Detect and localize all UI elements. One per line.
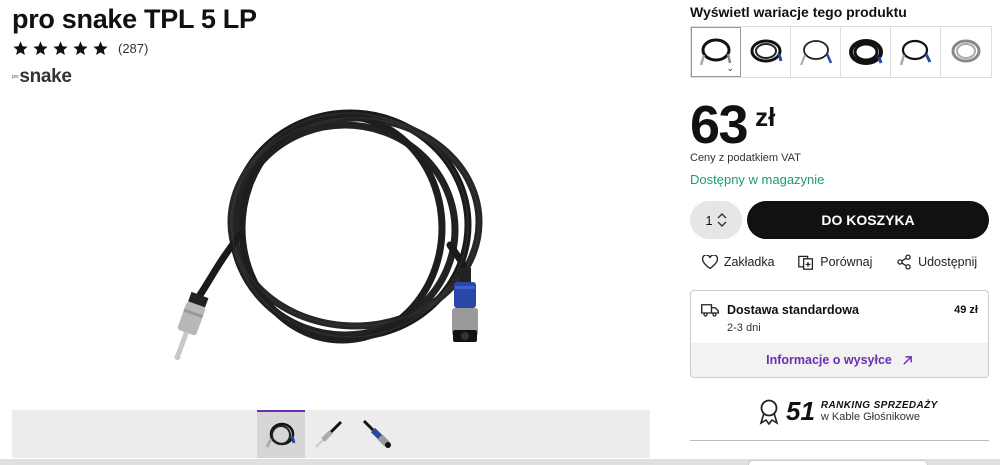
- vat-note: Ceny z podatkiem VAT: [690, 152, 801, 164]
- shipping-price: 49 zł: [954, 304, 978, 316]
- star-icon: [33, 41, 48, 56]
- variants-title: Wyświetl wariacje tego produktu: [690, 4, 907, 20]
- product-title: pro snake TPL 5 LP: [12, 4, 257, 34]
- thumbnail-2[interactable]: [305, 410, 353, 458]
- star-icon: [93, 41, 108, 56]
- compare-label: Porównaj: [820, 255, 873, 269]
- heart-icon: [701, 254, 718, 269]
- compare-icon: [798, 255, 814, 270]
- variant-4[interactable]: [841, 27, 891, 77]
- product-image[interactable]: [160, 100, 520, 375]
- divider: [690, 440, 989, 441]
- add-to-cart-button[interactable]: DO KOSZYKA: [747, 201, 989, 239]
- bookmark-button[interactable]: Zakładka: [701, 254, 775, 270]
- compare-button[interactable]: Porównaj: [798, 254, 872, 270]
- star-icon: [53, 41, 68, 56]
- rating-count[interactable]: (287): [118, 41, 148, 56]
- bottom-pill: [748, 460, 928, 465]
- shipping-box: Dostawa standardowa 49 zł 2-3 dni Inform…: [690, 290, 989, 378]
- stock-status: Dostępny w magazynie: [690, 172, 825, 187]
- ranking-label: RANKING SPRZEDAŻY: [820, 400, 938, 411]
- external-arrow-icon: [903, 355, 912, 365]
- price: 63 zł: [690, 98, 775, 152]
- chevron-updown-icon: [717, 213, 727, 227]
- truck-icon: [701, 304, 719, 317]
- sales-ranking[interactable]: 51 RANKING SPRZEDAŻY w Kable Głośnikowe: [758, 396, 938, 427]
- shipping-title: Dostawa standardowa: [727, 303, 859, 317]
- variant-3[interactable]: [791, 27, 841, 77]
- price-amount: 63: [690, 95, 749, 155]
- speakon-connector-icon: [362, 419, 391, 448]
- share-label: Udostępnij: [918, 255, 978, 269]
- shipping-title-row: Dostawa standardowa: [701, 303, 859, 317]
- star-icon: [13, 41, 28, 56]
- cable-variant-icon: [951, 39, 981, 63]
- share-icon: [897, 254, 911, 270]
- rating[interactable]: (287): [12, 40, 148, 57]
- brand-prefix: pro: [12, 73, 19, 80]
- variant-list: ⌄: [690, 26, 992, 78]
- shipping-info-label: Informacje o wysyłce: [766, 353, 892, 367]
- variant-2[interactable]: [741, 27, 791, 77]
- star-icon: [73, 41, 88, 56]
- variant-5[interactable]: [891, 27, 941, 77]
- shipping-days: 2-3 dni: [727, 322, 761, 334]
- chevron-down-icon: ⌄: [726, 63, 734, 73]
- jack-plug-icon: [315, 420, 343, 448]
- cable-variant-icon: [899, 39, 931, 66]
- quantity-value: 1: [705, 212, 713, 228]
- cable-variant-icon: [848, 39, 883, 65]
- ranking-number: 51: [786, 396, 815, 426]
- shipping-info-link[interactable]: Informacje o wysyłce: [691, 343, 988, 377]
- variant-1[interactable]: ⌄: [691, 27, 741, 77]
- variant-6[interactable]: [941, 27, 991, 77]
- thumbnail-strip: [12, 410, 650, 458]
- brand-logo[interactable]: prosnake: [12, 66, 72, 88]
- bookmark-label: Zakładka: [723, 255, 775, 269]
- product-actions: Zakładka Porównaj Udostępnij: [690, 254, 989, 270]
- ranking-category: w Kable Głośnikowe: [820, 411, 920, 423]
- cable-coil-icon: [265, 422, 296, 448]
- share-button[interactable]: Udostępnij: [896, 254, 977, 270]
- brand-name: snake: [19, 66, 72, 87]
- award-ribbon-icon: [759, 399, 779, 425]
- thumbnail-3[interactable]: [353, 410, 401, 458]
- thumbnail-1[interactable]: [257, 410, 305, 458]
- cable-variant-icon: [750, 39, 782, 63]
- quantity-selector[interactable]: 1: [690, 201, 742, 239]
- price-currency: zł: [755, 102, 776, 132]
- cable-variant-icon: [799, 40, 832, 66]
